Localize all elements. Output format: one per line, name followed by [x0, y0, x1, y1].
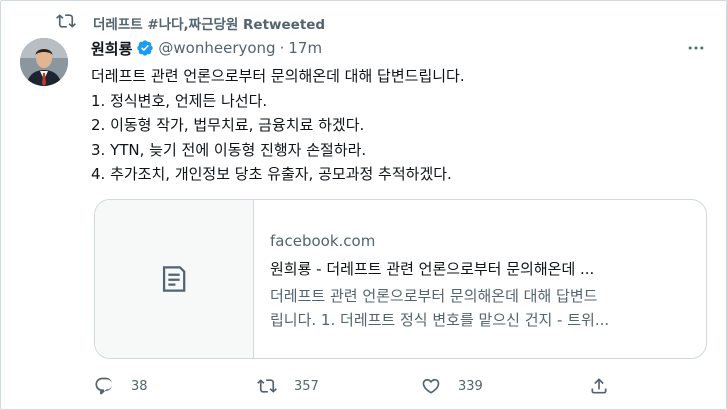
reply-button[interactable]: 38 — [94, 375, 148, 397]
verified-badge-icon — [137, 40, 154, 56]
card-title: 원희룡 - 더레프트 관련 언론으로부터 문의해온데 ... — [270, 260, 595, 278]
tweet-text: 더레프트 관련 언론으로부터 문의해온데 대해 답변드립니다. 1. 정식변호,… — [91, 64, 701, 187]
retweet-button[interactable]: 357 — [257, 375, 319, 397]
card-thumbnail — [95, 200, 254, 358]
card-description: 더레프트 관련 언론으로부터 문의해온데 대해 답변드 립니다. 1. 더레프트… — [270, 284, 695, 332]
tweet-timestamp[interactable]: 17m — [288, 39, 322, 57]
like-button[interactable]: 339 — [421, 375, 483, 397]
more-icon — [688, 46, 704, 50]
header-separator: · — [279, 39, 285, 57]
author-name[interactable]: 원희룡 — [91, 38, 132, 59]
card-domain: facebook.com — [270, 232, 376, 250]
tweet-actions: 38 357 339 — [94, 375, 614, 397]
reply-count: 38 — [131, 378, 148, 394]
tweet-text-line: 4. 추가조치, 개인정보 당초 유출자, 공모과정 추적하겠다. — [91, 165, 452, 183]
retweet-context-text[interactable]: 더레프트 #나다,짜근당원 Retweeted — [93, 13, 325, 33]
tweet-header: 원희룡 @wonheeryong · 17m — [91, 37, 322, 59]
link-preview-card[interactable]: facebook.com 원희룡 - 더레프트 관련 언론으로부터 문의해온데 … — [94, 199, 707, 359]
tweet-text-line: 더레프트 관련 언론으로부터 문의해온데 대해 답변드립니다. — [91, 67, 465, 85]
reply-icon — [95, 377, 113, 395]
tweet-text-line: 3. YTN, 늦기 전에 이동형 진행자 손절하라. — [91, 140, 367, 159]
retweet-icon — [257, 379, 277, 393]
retweet-count: 357 — [294, 378, 319, 394]
tweet-container[interactable]: 더레프트 #나다,짜근당원 Retweeted 원희룡 @wonheeryong… — [0, 0, 727, 410]
tweet-text-line: 1. 정식변호, 언제든 나선다. — [91, 91, 268, 110]
avatar-image — [20, 38, 68, 86]
more-button[interactable] — [685, 37, 707, 59]
card-body: facebook.com 원희룡 - 더레프트 관련 언론으로부터 문의해온데 … — [254, 200, 698, 358]
share-button[interactable] — [589, 375, 609, 397]
avatar[interactable] — [20, 38, 68, 86]
card-description-line: 더레프트 관련 언론으로부터 문의해온데 대해 답변드 — [270, 287, 598, 305]
document-icon — [162, 266, 186, 292]
card-description-line: 립니다. 1. 더레프트 정식 변호를 맡으신 건지 - 트위... — [270, 311, 610, 329]
author-handle[interactable]: @wonheeryong — [158, 39, 275, 57]
tweet-text-line: 2. 이동형 작가, 법무치료, 금융치료 하겠다. — [91, 116, 365, 134]
heart-icon — [422, 378, 440, 394]
like-count: 339 — [458, 378, 483, 394]
share-icon — [591, 378, 607, 394]
retweet-icon — [56, 14, 76, 28]
